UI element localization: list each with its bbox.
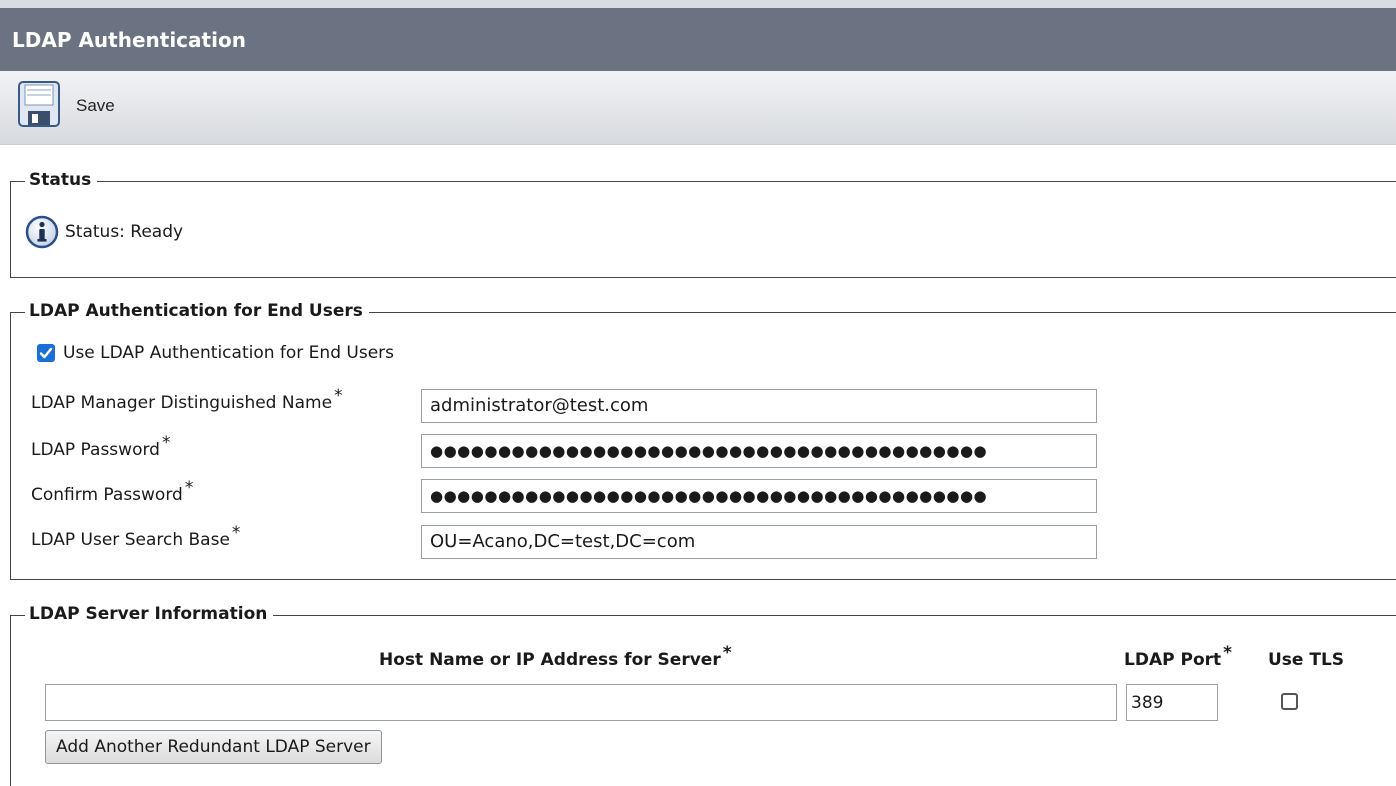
status-section: Status Status: Ready <box>10 170 1396 278</box>
host-column-header: Host Name or IP Address for Server * <box>379 645 732 670</box>
required-marker: * <box>161 433 171 454</box>
floppy-disk-icon <box>18 81 60 131</box>
top-border <box>0 0 1396 8</box>
save-label: Save <box>76 96 115 115</box>
use-ldap-checkbox[interactable] <box>37 344 55 362</box>
password-label: LDAP Password * <box>31 435 170 460</box>
info-icon <box>25 215 59 249</box>
required-marker: * <box>334 386 343 407</box>
confirm-password-label-text: Confirm Password <box>31 485 183 505</box>
page-title: LDAP Authentication <box>12 28 246 52</box>
toolbar: Save <box>0 71 1396 145</box>
server-section: LDAP Server Information Host Name or IP … <box>10 604 1396 786</box>
host-header-text: Host Name or IP Address for Server <box>379 650 721 670</box>
search-base-label: LDAP User Search Base * <box>31 525 240 550</box>
confirm-password-input[interactable]: ●●●●●●●●●●●●●●●●●●●●●●●●●●●●●●●●●●●●●●●●… <box>421 479 1097 513</box>
required-marker: * <box>722 643 732 664</box>
manager-dn-label-text: LDAP Manager Distinguished Name <box>31 393 333 413</box>
status-row: Status: Ready <box>25 215 183 249</box>
manager-dn-input[interactable]: administrator@test.com <box>421 389 1097 423</box>
port-column-header: LDAP Port * <box>1124 645 1232 670</box>
tls-column-header: Use TLS <box>1268 650 1345 670</box>
password-label-text: LDAP Password <box>31 440 160 460</box>
host-input[interactable] <box>45 684 1117 721</box>
confirm-password-label: Confirm Password * <box>31 480 193 505</box>
status-text: Status: Ready <box>65 222 184 242</box>
use-tls-checkbox[interactable] <box>1281 693 1298 710</box>
required-marker: * <box>1223 643 1233 664</box>
port-input[interactable]: 389 <box>1126 684 1218 721</box>
use-ldap-row: Use LDAP Authentication for End Users <box>37 343 394 363</box>
end-users-legend: LDAP Authentication for End Users <box>25 301 369 321</box>
search-base-input[interactable]: OU=Acano,DC=test,DC=com <box>421 525 1097 559</box>
password-input[interactable]: ●●●●●●●●●●●●●●●●●●●●●●●●●●●●●●●●●●●●●●●●… <box>421 434 1097 468</box>
required-marker: * <box>231 523 241 544</box>
search-base-label-text: LDAP User Search Base <box>31 530 230 550</box>
title-bar: LDAP Authentication <box>0 8 1396 71</box>
add-redundant-server-button[interactable]: Add Another Redundant LDAP Server <box>45 730 382 764</box>
manager-dn-label: LDAP Manager Distinguished Name * <box>31 388 343 413</box>
status-legend: Status <box>25 170 98 190</box>
server-legend: LDAP Server Information <box>25 604 274 624</box>
port-header-text: LDAP Port <box>1124 650 1222 670</box>
checkmark-icon <box>39 347 53 359</box>
save-button[interactable]: Save <box>18 81 115 131</box>
use-ldap-label: Use LDAP Authentication for End Users <box>63 343 395 363</box>
required-marker: * <box>184 478 194 499</box>
end-users-section: LDAP Authentication for End Users Use LD… <box>10 301 1396 580</box>
